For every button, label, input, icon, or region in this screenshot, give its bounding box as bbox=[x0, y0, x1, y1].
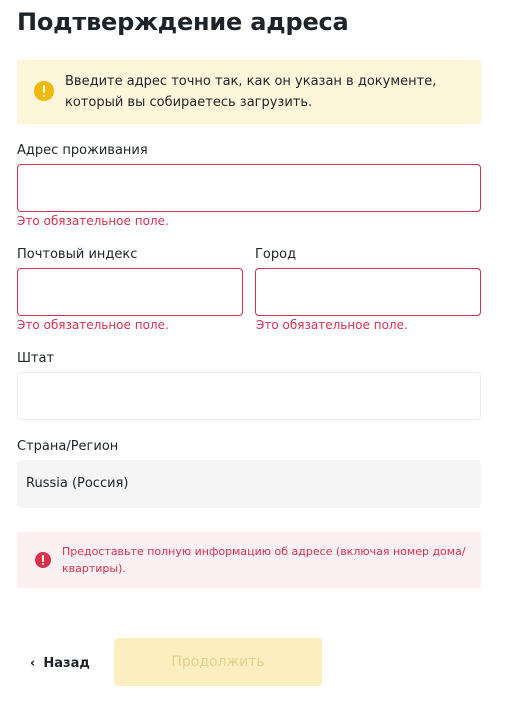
notice-text: Введите адрес точно так, как он указан в… bbox=[65, 71, 465, 113]
residential-address-input[interactable] bbox=[17, 164, 481, 212]
continue-button[interactable]: Продолжить bbox=[114, 638, 322, 686]
residential-address-error: Это обязательное поле. bbox=[17, 214, 169, 228]
info-notice: Введите адрес точно так, как он указан в… bbox=[17, 60, 481, 124]
postal-code-input[interactable] bbox=[17, 268, 243, 316]
postal-code-error: Это обязательное поле. bbox=[17, 318, 169, 332]
state-label: Штат bbox=[17, 351, 55, 366]
address-verification-page: Подтверждение адреса Введите адрес точно… bbox=[0, 0, 522, 706]
state-input[interactable] bbox=[17, 372, 481, 420]
notice-text-line1: Введите адрес точно так, как он указан в… bbox=[65, 74, 437, 89]
error-icon bbox=[35, 552, 51, 568]
alert-text-line2: квартиры). bbox=[62, 562, 126, 575]
city-error: Это обязательное поле. bbox=[256, 318, 408, 332]
alert-text: Предоставьте полную информацию об адресе… bbox=[62, 543, 467, 577]
country-label: Страна/Регион bbox=[17, 439, 119, 454]
page-title: Подтверждение адреса bbox=[17, 8, 349, 36]
city-input[interactable] bbox=[255, 268, 481, 316]
back-button[interactable]: ‹ Назад bbox=[30, 652, 90, 674]
alert-text-line1: Предоставьте полную информацию об адресе… bbox=[62, 545, 466, 558]
notice-text-line2: который вы собираетесь загрузить. bbox=[65, 95, 313, 110]
country-select[interactable]: Russia (Россия) bbox=[17, 460, 481, 508]
postal-code-label: Почтовый индекс bbox=[17, 247, 138, 262]
warning-icon bbox=[34, 81, 54, 101]
error-alert: Предоставьте полную информацию об адресе… bbox=[17, 532, 481, 588]
back-label: Назад bbox=[43, 655, 90, 671]
country-select-value: Russia (Россия) bbox=[26, 476, 129, 491]
residential-address-label: Адрес проживания bbox=[17, 143, 148, 158]
city-label: Город bbox=[255, 247, 297, 262]
chevron-left-icon: ‹ bbox=[30, 655, 36, 671]
